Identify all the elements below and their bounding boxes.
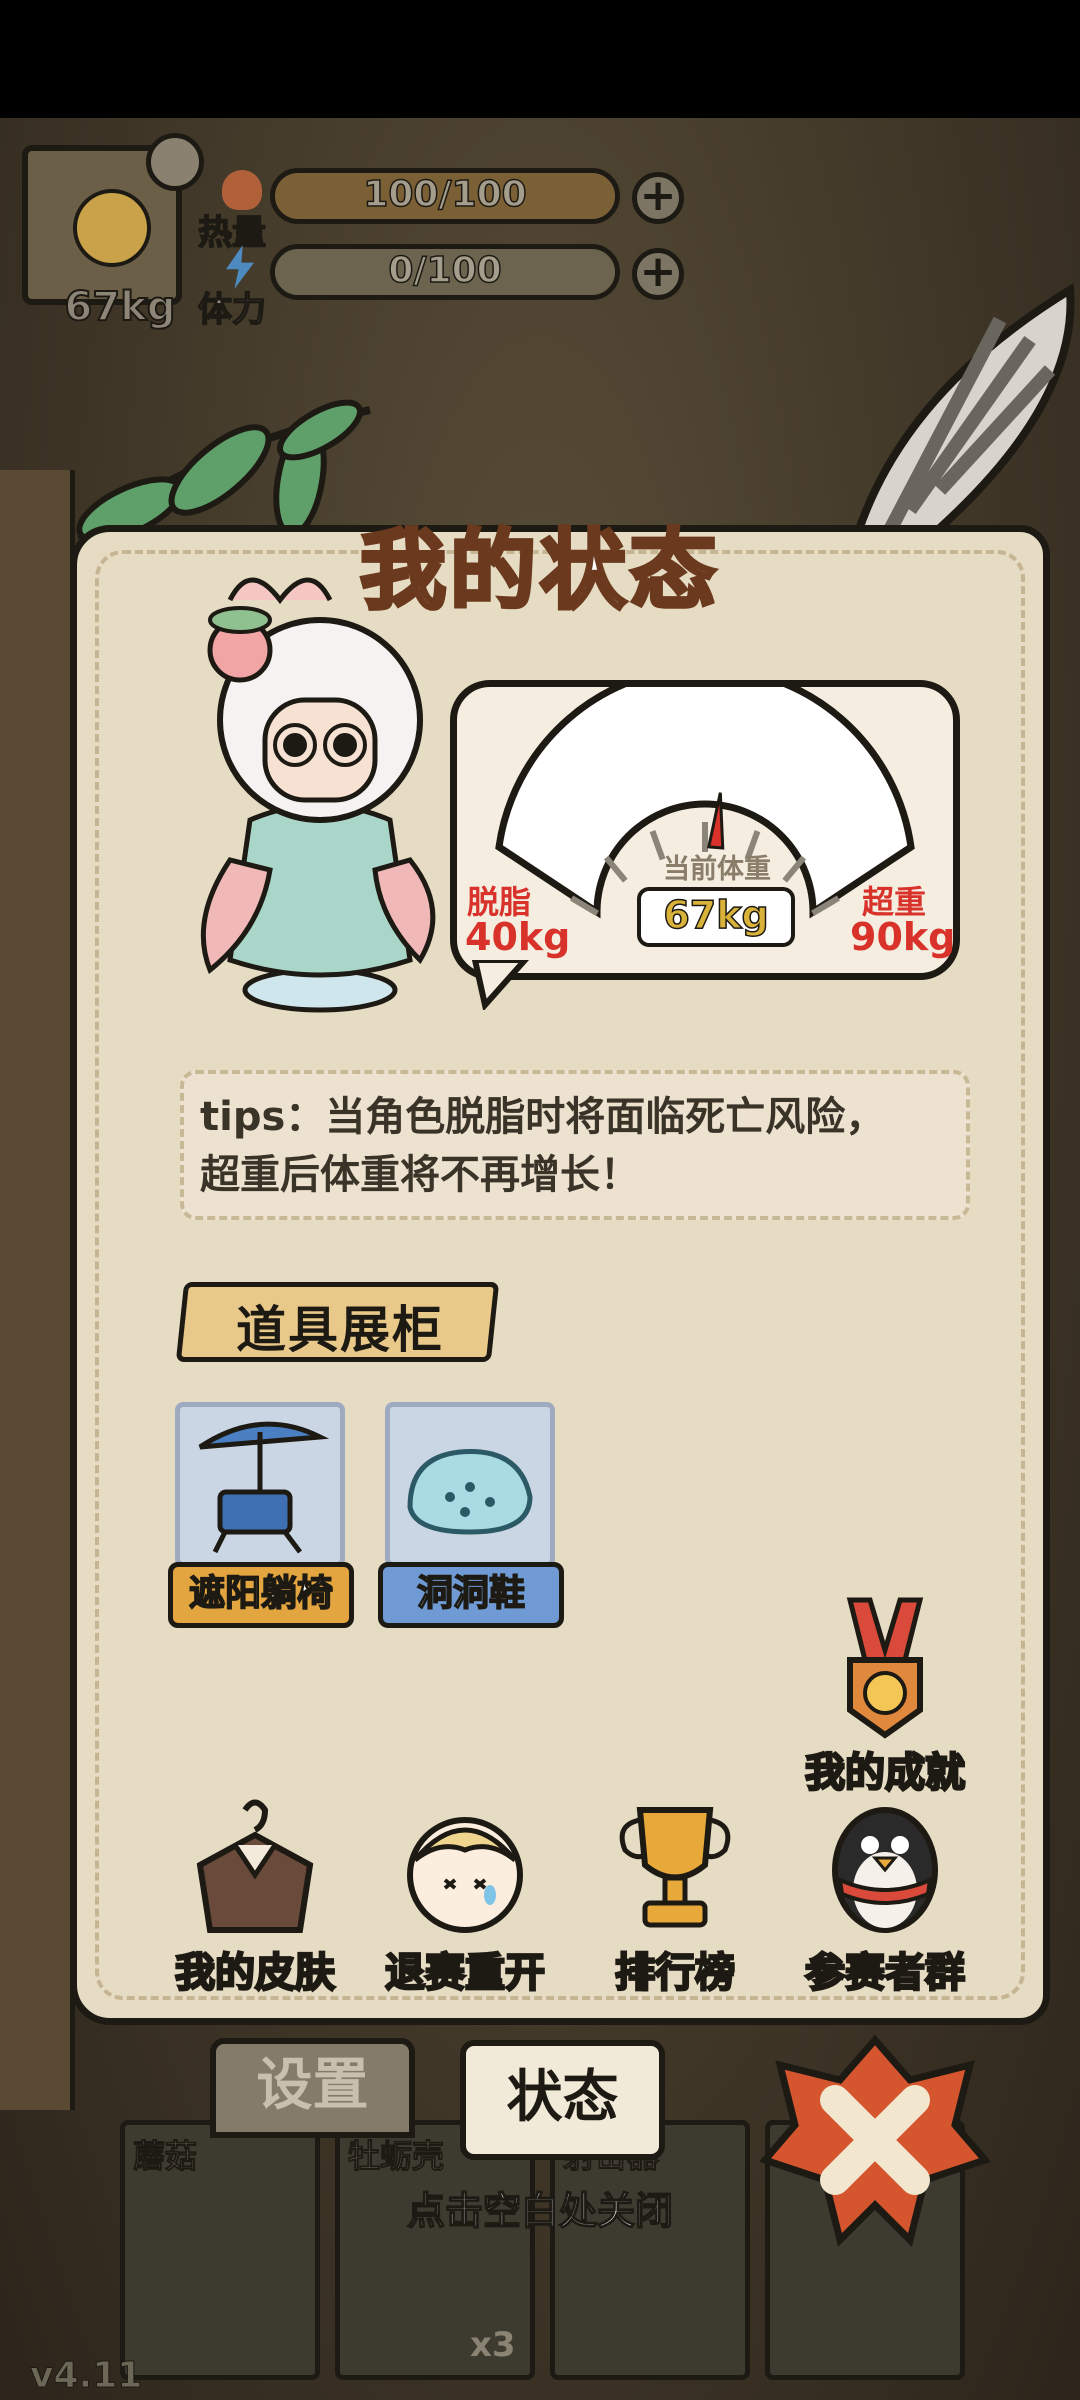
add-calories-button[interactable]: + <box>632 172 684 224</box>
restart-label: 退赛重开 <box>384 1949 547 1998</box>
showcase-item-clog[interactable] <box>385 1402 555 1567</box>
crying-girl-icon <box>407 1817 523 1933</box>
leaderboard-label: 排行榜 <box>614 1949 737 1998</box>
speech-bubble-tail <box>471 960 530 1010</box>
item-label-beach-chair: 遮阳躺椅 <box>168 1562 354 1628</box>
inventory-slot-mushroom[interactable]: 蘑菇 <box>120 2120 320 2380</box>
add-stamina-button[interactable]: + <box>632 248 684 300</box>
item-label-clog: 洞洞鞋 <box>378 1562 564 1628</box>
penguin-icon <box>832 1807 938 1933</box>
calories-value: 100/100 <box>363 173 528 216</box>
tree-trunk <box>0 470 75 2110</box>
stamina-value: 0/100 <box>388 249 503 292</box>
participants-group-button[interactable]: 参赛者群 <box>785 1790 985 1998</box>
hud-weight: 67kg <box>64 283 177 331</box>
skins-label: 我的皮肤 <box>174 1949 337 1998</box>
leaderboard-button[interactable]: 排行榜 <box>575 1790 775 1998</box>
status-bar <box>0 0 1080 118</box>
gear-icon[interactable] <box>146 133 204 191</box>
oyster-count: x3 <box>470 2325 516 2365</box>
gauge-low-value: 40kg <box>465 915 571 959</box>
trophy-icon <box>619 1807 731 1928</box>
tips-box: tips：当角色脱脂时将面临死亡风险， 超重后体重将不再增长！ <box>180 1070 970 1220</box>
gauge-current-label: 当前体重 <box>663 854 771 885</box>
participants-group-label: 参赛者群 <box>804 1949 967 1998</box>
calories-label: 热量 <box>197 212 267 254</box>
tips-line-1: tips：当角色脱脂时将面临死亡风险， <box>200 1094 886 1140</box>
close-hint: 点击空白处关闭 <box>406 2188 674 2234</box>
player-avatar[interactable] <box>22 133 204 305</box>
achievements-button[interactable]: 我的成就 <box>785 1590 985 1798</box>
tips-line-2: 超重后体重将不再增长！ <box>200 1152 640 1198</box>
stamina-label: 体力 <box>197 289 267 331</box>
flame-icon <box>222 170 262 210</box>
gauge-current-value: 67kg <box>637 887 795 947</box>
tab-settings[interactable]: 设置 <box>210 2038 415 2138</box>
version-label: v4.11 <box>29 2355 143 2397</box>
tab-status[interactable]: 状态 <box>460 2040 665 2160</box>
restart-button[interactable]: 退赛重开 <box>365 1790 565 1998</box>
weight-gauge: 脱脂 40kg 当前体重 67kg 超重 90kg <box>450 680 960 980</box>
stamina-bar: 0/100 <box>270 244 620 300</box>
clothes-hanger-icon <box>196 1799 314 1933</box>
clog-shoe-icon <box>407 1449 533 1535</box>
player-character <box>200 577 436 1013</box>
showcase-item-beach-chair[interactable] <box>175 1402 345 1567</box>
gauge-high-value: 90kg <box>850 915 956 959</box>
beach-chair-umbrella-icon <box>198 1421 330 1554</box>
calories-bar: 100/100 <box>270 168 620 224</box>
sun-face-icon <box>73 189 151 267</box>
showcase-title: 道具展柜 <box>236 1301 444 1359</box>
medal-icon <box>846 1597 924 1739</box>
skins-button[interactable]: 我的皮肤 <box>155 1790 355 1998</box>
